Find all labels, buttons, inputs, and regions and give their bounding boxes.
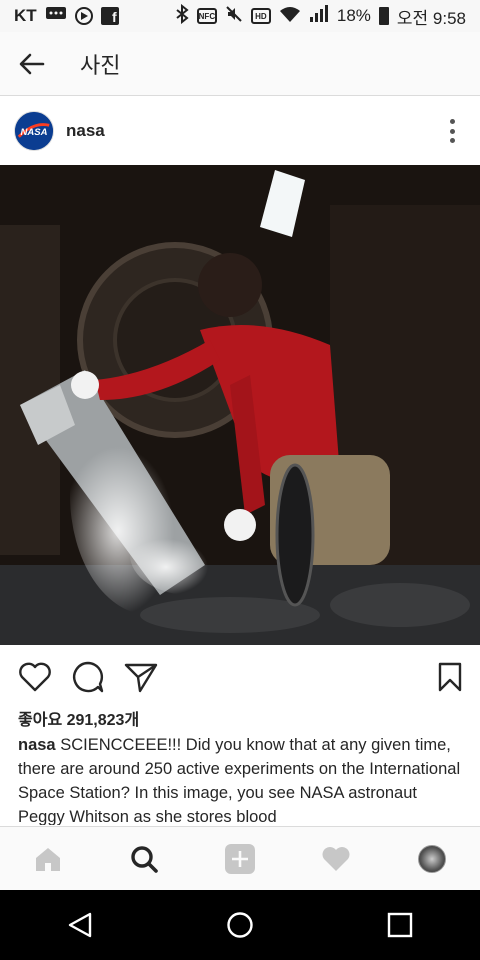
comment-button[interactable] (69, 658, 107, 696)
search-icon (131, 845, 158, 873)
avatar[interactable]: NASA (14, 111, 54, 151)
like-count[interactable]: 좋아요 291,823개 (18, 706, 139, 730)
status-left: KT f (14, 6, 119, 27)
status-right: NFC HD 18% 오전 9:58 (175, 3, 466, 29)
clock: 오전 9:58 (396, 8, 466, 28)
post-caption: nasa SCIENCCEEE!!! Did you know that at … (18, 733, 466, 825)
share-icon (124, 663, 158, 693)
battery-percent: 18% (336, 6, 371, 25)
system-back-button[interactable] (50, 895, 110, 955)
tab-search[interactable] (120, 835, 168, 883)
bluetooth-icon (175, 3, 189, 29)
like-button[interactable] (16, 658, 54, 696)
bookmark-button[interactable] (431, 658, 469, 696)
more-dot-icon (449, 138, 455, 143)
status-bar: KT f NFC HD 18% 오전 9:58 (0, 0, 480, 32)
more-dot-icon (449, 119, 455, 124)
activity-icon (322, 846, 350, 871)
tab-profile[interactable] (408, 835, 456, 883)
avatar-label: NASA (21, 127, 48, 138)
wifi-icon (279, 5, 301, 28)
post-actions (0, 650, 480, 704)
heart-icon (19, 662, 51, 692)
tab-activity[interactable] (312, 835, 360, 883)
facebook-icon: f (100, 7, 119, 25)
message-icon (45, 6, 67, 27)
post-photo[interactable] (0, 165, 480, 645)
play-icon (74, 7, 93, 25)
app-bar: 사진 (0, 32, 480, 96)
tab-home[interactable] (24, 835, 72, 883)
post-username[interactable]: nasa (66, 121, 105, 141)
nfc-icon: NFC (196, 8, 217, 24)
back-button[interactable] (0, 32, 64, 96)
bottom-tab-bar (0, 826, 480, 890)
share-button[interactable] (122, 658, 160, 696)
home-icon (36, 847, 60, 871)
system-home-button[interactable] (210, 895, 270, 955)
tab-add[interactable] (216, 835, 264, 883)
back-triangle-icon (68, 912, 92, 938)
hd-icon: HD (250, 8, 271, 24)
mute-icon (225, 5, 243, 28)
page-title: 사진 (80, 52, 121, 78)
arrow-left-icon (19, 53, 45, 74)
add-icon (225, 843, 255, 874)
system-recents-button[interactable] (370, 895, 430, 955)
signal-icon (309, 4, 329, 28)
profile-avatar (418, 844, 446, 873)
system-nav-bar (0, 890, 480, 960)
recents-square-icon (387, 912, 413, 938)
caption-text: SCIENCCEEE!!! Did you know that at any g… (18, 736, 461, 825)
bookmark-icon (438, 662, 462, 692)
post-header: NASA nasa (0, 97, 480, 165)
more-dot-icon (449, 128, 455, 134)
more-options-button[interactable] (448, 119, 456, 143)
comment-icon (73, 661, 104, 693)
battery-icon (378, 7, 389, 25)
caption-username[interactable]: nasa (18, 736, 56, 754)
nasa-logo-icon: NASA (15, 112, 53, 150)
astronaut-photo-illustration (0, 165, 480, 645)
carrier-label: KT (14, 6, 37, 25)
home-circle-icon (227, 912, 253, 938)
